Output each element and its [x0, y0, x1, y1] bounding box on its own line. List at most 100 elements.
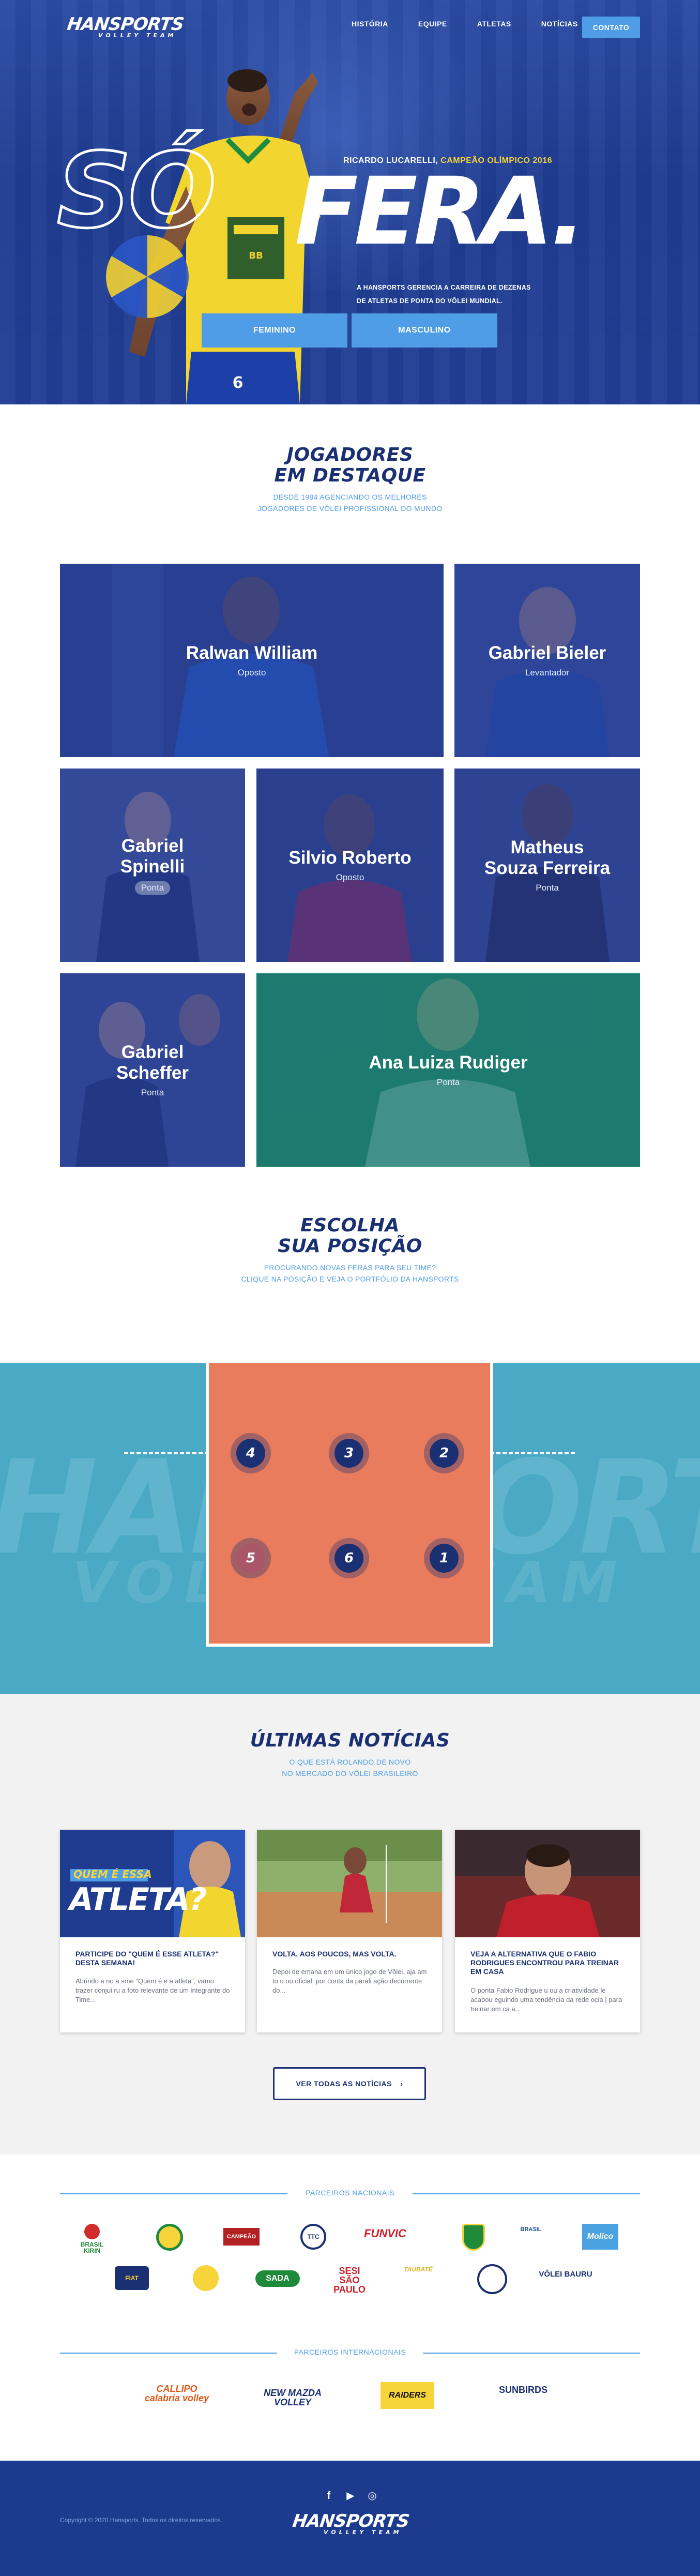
partner-logo-sunbirds[interactable]: SUNBIRDS [492, 2385, 554, 2394]
news-image: QUEM É ESSA ATLETA? [60, 1830, 245, 1937]
copyright-text: Copyright © 2020 Hansports. Todos os dir… [60, 2517, 223, 2524]
male-button[interactable]: MASCULINO [352, 313, 497, 348]
card-body: Ana Luiza Rudiger Ponta [256, 1052, 640, 1088]
card-body: Gabriel Spinelli Ponta [60, 836, 245, 895]
player-name: Ana Luiza Rudiger [369, 1052, 528, 1073]
player-name-line: Scheffer [116, 1063, 189, 1083]
position-number: 6 [334, 1544, 363, 1573]
player-name-line: Souza Ferreira [484, 858, 611, 878]
player-card-matheus-souza-ferreira[interactable]: Matheus Souza Ferreira Ponta [454, 769, 640, 962]
player-position: Ponta [141, 1088, 164, 1097]
position-spot-6[interactable]: 6 [329, 1538, 369, 1578]
site-logo[interactable]: HANSPORTS VOLLEY TEAM [66, 14, 185, 41]
player-position: Ponta [536, 883, 559, 893]
nav-historia[interactable]: HISTÓRIA [352, 20, 388, 28]
position-spot-2[interactable]: 2 [424, 1433, 464, 1473]
position-subtitle-line: CLIQUE NA POSIÇÃO E VEJA O PORTFÓLIO DA … [241, 1275, 459, 1283]
partner-logo-molico[interactable]: Molico [582, 2224, 618, 2250]
nav-atletas[interactable]: ATLETAS [477, 20, 511, 28]
player-card-gabriel-bieler[interactable]: Gabriel Bieler Levantador [454, 564, 640, 757]
news-subtitle-line: NO MERCADO DO VÔLEI BRASILEIRO [282, 1769, 418, 1777]
see-all-news-button[interactable]: VER TODAS AS NOTÍCIAS › [273, 2067, 426, 2100]
hero-section: BB 6 HANSPORTS VOLLEY TEAM HISTÓRIA EQUI… [0, 0, 700, 404]
news-title[interactable]: PARTICIPE DO "QUEM É ESSE ATLETA?" DESTA… [75, 1950, 231, 1967]
position-spot-5[interactable]: 5 [231, 1538, 271, 1578]
facebook-icon[interactable]: f [323, 2490, 335, 2502]
partner-logo-campeao[interactable]: CAMPEÃO [223, 2228, 260, 2246]
partner-logo-tijuca[interactable]: TTC [298, 2224, 329, 2250]
nav-noticias[interactable]: NOTÍCIAS [541, 20, 578, 28]
news-card[interactable]: QUEM É ESSA ATLETA? PARTICIPE DO "QUEM É… [60, 1830, 245, 2032]
choose-position-section: ESCOLHA SUA POSIÇÃO PROCURANDO NOVAS FER… [0, 1196, 700, 1363]
featured-players-section: JOGADORES EM DESTAQUE DESDE 1994 AGENCIA… [0, 404, 700, 1196]
player-card-gabriel-spinelli[interactable]: Gabriel Spinelli Ponta [60, 769, 245, 962]
partner-logo-estrela[interactable] [189, 2265, 222, 2291]
card-body: Silvio Roberto Oposto [256, 848, 444, 883]
player-name: Gabriel Bieler [488, 643, 606, 663]
partner-logo-taubate[interactable]: TAUBATÉ [395, 2266, 442, 2272]
news-image-graphic [455, 1830, 640, 1937]
partner-emblem [462, 2224, 485, 2251]
news-title[interactable]: VEJA A ALTERNATIVA QUE O FABIO RODRIGUES… [470, 1950, 626, 1976]
partner-logo-funvic[interactable]: FUNVIC [357, 2228, 414, 2239]
logo-text: HANSPORTS [291, 2511, 410, 2532]
player-name-line: Gabriel [121, 836, 184, 856]
player-position: Ponta [436, 1077, 460, 1087]
volleyball-court [206, 1363, 493, 1647]
partner-logo-sada[interactable]: SADA [255, 2270, 300, 2287]
partner-logo-new-mazda-volley[interactable]: NEW MAZDA VOLLEY [246, 2388, 339, 2407]
logo-text: HANSPORTS [66, 14, 185, 35]
card-body: Ralwan William Oposto [60, 643, 444, 678]
youtube-icon[interactable]: ▶ [344, 2490, 357, 2502]
player-card-silvio-roberto[interactable]: Silvio Roberto Oposto [256, 769, 444, 962]
position-subtitle: PROCURANDO NOVAS FERAS PARA SEU TIME? CL… [0, 1262, 700, 1285]
position-spot-4[interactable]: 4 [231, 1433, 271, 1473]
footer-logo[interactable]: HANSPORTS VOLLEY TEAM [291, 2511, 410, 2543]
news-card[interactable]: VEJA A ALTERNATIVA QUE O FABIO RODRIGUES… [455, 1830, 640, 2032]
female-button[interactable]: FEMININO [202, 313, 347, 348]
partner-emblem: TTC [300, 2224, 326, 2250]
player-position: Oposto [237, 668, 266, 677]
partner-logo-escudo[interactable] [458, 2224, 489, 2251]
featured-title: JOGADORES EM DESTAQUE [0, 445, 700, 486]
see-all-label: VER TODAS AS NOTÍCIAS [296, 2080, 392, 2088]
position-spot-1[interactable]: 1 [424, 1538, 464, 1578]
player-name-line: Spinelli [120, 856, 185, 877]
nav-equipe[interactable]: EQUIPE [418, 20, 447, 28]
player-card-gabriel-scheffer[interactable]: Gabriel Scheffer Ponta [60, 973, 245, 1167]
partner-name: BRASIL KIRIN [80, 2241, 104, 2254]
partner-emblem [84, 2224, 100, 2239]
instagram-icon[interactable]: ◎ [366, 2490, 378, 2502]
partner-logo-brasil-kirin[interactable]: BRASIL KIRIN [71, 2224, 113, 2254]
player-card-ralwan-william[interactable]: Ralwan William Oposto [60, 564, 444, 757]
news-title[interactable]: VOLTA. AOS POUCOS, MAS VOLTA. [272, 1950, 428, 1959]
news-excerpt: Abrindo a no a sme "Quem é e a atleta", … [75, 1977, 230, 2003]
main-nav: HISTÓRIA EQUIPE ATLETAS NOTÍCIAS [352, 20, 608, 28]
social-links: f ▶ ◎ [323, 2490, 378, 2502]
partner-logo-fiat[interactable]: FIAT [115, 2266, 149, 2290]
position-title-line: SUA POSIÇÃO [278, 1236, 422, 1257]
partner-emblem [156, 2224, 183, 2251]
partner-logo-raiders[interactable]: RAIDERS [381, 2382, 434, 2409]
hero-word-outline: SÓ [55, 131, 217, 251]
contact-button[interactable]: CONTATO [582, 17, 640, 38]
position-heading: ESCOLHA SUA POSIÇÃO PROCURANDO NOVAS FER… [0, 1215, 700, 1285]
position-spot-3[interactable]: 3 [329, 1433, 369, 1473]
partner-logo-callipo[interactable]: CALLIPO calabria volley [141, 2384, 213, 2403]
news-subtitle-line: O QUE ESTÁ ROLANDO DE NOVO [289, 1758, 411, 1766]
featured-subtitle: DESDE 1994 AGENCIANDO OS MELHORES JOGADO… [0, 491, 700, 514]
partner-logo-volei-bauru[interactable]: VÔLEI BAURU [535, 2270, 597, 2278]
partner-logo-sesi[interactable]: SESI SÃO PAULO [328, 2266, 371, 2294]
news-card[interactable]: VOLTA. AOS POUCOS, MAS VOLTA. Depoi de e… [257, 1830, 442, 2032]
player-name: Gabriel Spinelli [70, 836, 235, 877]
partner-logo-cbv[interactable] [154, 2224, 185, 2251]
position-number: 3 [334, 1439, 363, 1468]
partner-logo-montes[interactable] [476, 2264, 509, 2294]
news-section: ÚLTIMAS NOTÍCIAS O QUE ESTÁ ROLANDO DE N… [0, 1694, 700, 2155]
partner-logo-brasil[interactable]: BRASIL [513, 2227, 549, 2233]
player-card-ana-luiza-rudiger[interactable]: Ana Luiza Rudiger Ponta [256, 973, 640, 1167]
news-image-text-small: QUEM É ESSA [73, 1868, 152, 1880]
position-number: 4 [236, 1439, 265, 1468]
partners-section: PARCEIROS NACIONAIS BRASIL KIRIN CAMPEÃO… [0, 2155, 700, 2461]
hero-description-line: DE ATLETAS DE PONTA DO VÔLEI MUNDIAL. [357, 297, 503, 305]
